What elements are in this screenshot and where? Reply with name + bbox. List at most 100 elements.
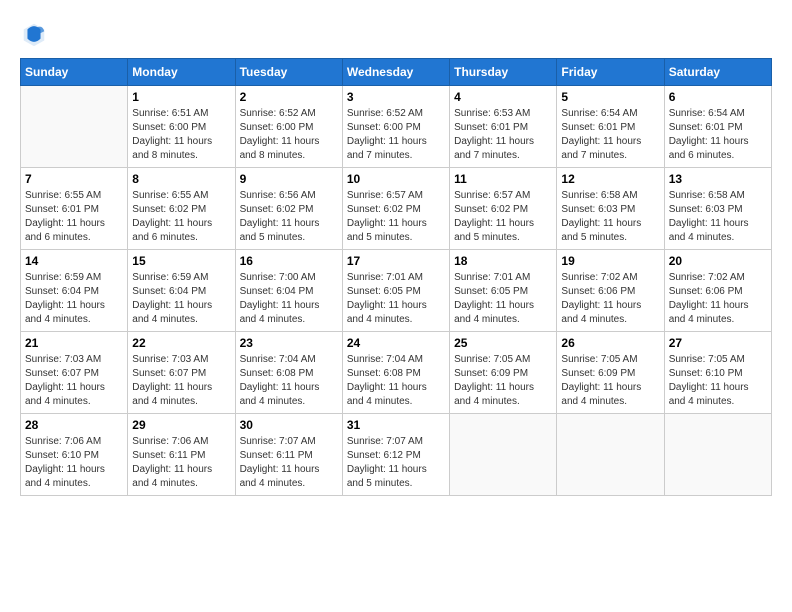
day-info: Sunrise: 6:55 AMSunset: 6:01 PMDaylight:… (25, 189, 123, 245)
calendar-day-cell: 9 Sunrise: 6:56 AMSunset: 6:02 PMDaylight… (235, 168, 342, 250)
day-number: 2 (240, 90, 338, 104)
calendar-day-cell: 26 Sunrise: 7:05 AMSunset: 6:09 PMDayligh… (557, 332, 664, 414)
calendar-day-cell: 14 Sunrise: 6:59 AMSunset: 6:04 PMDayligh… (21, 250, 128, 332)
calendar-day-cell: 19 Sunrise: 7:02 AMSunset: 6:06 PMDayligh… (557, 250, 664, 332)
day-info: Sunrise: 7:02 AMSunset: 6:06 PMDaylight:… (669, 271, 767, 327)
day-info: Sunrise: 7:05 AMSunset: 6:09 PMDaylight:… (561, 353, 659, 409)
day-number: 11 (454, 172, 552, 186)
day-info: Sunrise: 6:54 AMSunset: 6:01 PMDaylight:… (669, 107, 767, 163)
day-info: Sunrise: 6:59 AMSunset: 6:04 PMDaylight:… (25, 271, 123, 327)
calendar-day-cell: 6 Sunrise: 6:54 AMSunset: 6:01 PMDaylight… (664, 86, 771, 168)
calendar-day-cell: 29 Sunrise: 7:06 AMSunset: 6:11 PMDayligh… (128, 414, 235, 496)
day-info: Sunrise: 7:07 AMSunset: 6:11 PMDaylight:… (240, 435, 338, 491)
calendar-day-cell: 4 Sunrise: 6:53 AMSunset: 6:01 PMDaylight… (450, 86, 557, 168)
day-number: 14 (25, 254, 123, 268)
day-info: Sunrise: 6:51 AMSunset: 6:00 PMDaylight:… (132, 107, 230, 163)
calendar-day-cell: 25Sunrise: 7:05 AMSunset: 6:09 PMDayligh… (450, 332, 557, 414)
calendar-day-cell: 27 Sunrise: 7:05 AMSunset: 6:10 PMDayligh… (664, 332, 771, 414)
day-number: 25 (454, 336, 552, 350)
day-info: Sunrise: 6:52 AMSunset: 6:00 PMDaylight:… (240, 107, 338, 163)
calendar-day-cell: 31 Sunrise: 7:07 AMSunset: 6:12 PMDayligh… (342, 414, 449, 496)
day-of-week-header: Thursday (450, 59, 557, 86)
day-number: 1 (132, 90, 230, 104)
day-info: Sunrise: 6:55 AMSunset: 6:02 PMDaylight:… (132, 189, 230, 245)
day-number: 29 (132, 418, 230, 432)
day-number: 15 (132, 254, 230, 268)
day-number: 9 (240, 172, 338, 186)
calendar-day-cell: 28 Sunrise: 7:06 AMSunset: 6:10 PMDayligh… (21, 414, 128, 496)
calendar-day-cell: 3 Sunrise: 6:52 AMSunset: 6:00 PMDaylight… (342, 86, 449, 168)
day-number: 5 (561, 90, 659, 104)
calendar-day-cell (557, 414, 664, 496)
day-number: 13 (669, 172, 767, 186)
day-info: Sunrise: 7:03 AMSunset: 6:07 PMDaylight:… (132, 353, 230, 409)
day-info: Sunrise: 7:04 AMSunset: 6:08 PMDaylight:… (347, 353, 445, 409)
day-info: Sunrise: 6:52 AMSunset: 6:00 PMDaylight:… (347, 107, 445, 163)
day-info: Sunrise: 6:56 AMSunset: 6:02 PMDaylight:… (240, 189, 338, 245)
calendar-day-cell: 16Sunrise: 7:00 AMSunset: 6:04 PMDayligh… (235, 250, 342, 332)
day-number: 10 (347, 172, 445, 186)
calendar-day-cell (21, 86, 128, 168)
calendar-day-cell: 2 Sunrise: 6:52 AMSunset: 6:00 PMDaylight… (235, 86, 342, 168)
day-number: 6 (669, 90, 767, 104)
calendar-day-cell: 30 Sunrise: 7:07 AMSunset: 6:11 PMDayligh… (235, 414, 342, 496)
day-number: 16 (240, 254, 338, 268)
day-info: Sunrise: 7:06 AMSunset: 6:10 PMDaylight:… (25, 435, 123, 491)
day-number: 22 (132, 336, 230, 350)
day-info: Sunrise: 7:07 AMSunset: 6:12 PMDaylight:… (347, 435, 445, 491)
day-number: 23 (240, 336, 338, 350)
calendar-day-cell (664, 414, 771, 496)
day-number: 24 (347, 336, 445, 350)
calendar-day-cell (450, 414, 557, 496)
day-of-week-header: Saturday (664, 59, 771, 86)
day-number: 30 (240, 418, 338, 432)
logo (20, 20, 52, 48)
calendar-day-cell: 5 Sunrise: 6:54 AMSunset: 6:01 PMDaylight… (557, 86, 664, 168)
day-number: 17 (347, 254, 445, 268)
day-number: 3 (347, 90, 445, 104)
day-info: Sunrise: 6:58 AMSunset: 6:03 PMDaylight:… (561, 189, 659, 245)
calendar-day-cell: 13Sunrise: 6:58 AMSunset: 6:03 PMDayligh… (664, 168, 771, 250)
day-number: 19 (561, 254, 659, 268)
calendar-week-row: 28 Sunrise: 7:06 AMSunset: 6:10 PMDayligh… (21, 414, 772, 496)
day-number: 31 (347, 418, 445, 432)
day-number: 4 (454, 90, 552, 104)
day-number: 26 (561, 336, 659, 350)
day-of-week-header: Monday (128, 59, 235, 86)
day-number: 20 (669, 254, 767, 268)
day-of-week-header: Friday (557, 59, 664, 86)
day-info: Sunrise: 7:06 AMSunset: 6:11 PMDaylight:… (132, 435, 230, 491)
calendar-day-cell: 15 Sunrise: 6:59 AMSunset: 6:04 PMDayligh… (128, 250, 235, 332)
day-info: Sunrise: 7:02 AMSunset: 6:06 PMDaylight:… (561, 271, 659, 327)
calendar-day-cell: 18 Sunrise: 7:01 AMSunset: 6:05 PMDayligh… (450, 250, 557, 332)
calendar-header-row: SundayMondayTuesdayWednesdayThursdayFrid… (21, 59, 772, 86)
day-number: 27 (669, 336, 767, 350)
calendar-day-cell: 7Sunrise: 6:55 AMSunset: 6:01 PMDaylight… (21, 168, 128, 250)
calendar-week-row: 21 Sunrise: 7:03 AMSunset: 6:07 PMDayligh… (21, 332, 772, 414)
day-info: Sunrise: 7:05 AMSunset: 6:10 PMDaylight:… (669, 353, 767, 409)
day-info: Sunrise: 6:54 AMSunset: 6:01 PMDaylight:… (561, 107, 659, 163)
day-info: Sunrise: 7:03 AMSunset: 6:07 PMDaylight:… (25, 353, 123, 409)
calendar-day-cell: 22 Sunrise: 7:03 AMSunset: 6:07 PMDayligh… (128, 332, 235, 414)
calendar-week-row: 1 Sunrise: 6:51 AMSunset: 6:00 PMDaylight… (21, 86, 772, 168)
calendar-day-cell: 10 Sunrise: 6:57 AMSunset: 6:02 PMDayligh… (342, 168, 449, 250)
day-number: 12 (561, 172, 659, 186)
day-info: Sunrise: 6:59 AMSunset: 6:04 PMDaylight:… (132, 271, 230, 327)
day-number: 8 (132, 172, 230, 186)
day-info: Sunrise: 6:53 AMSunset: 6:01 PMDaylight:… (454, 107, 552, 163)
day-info: Sunrise: 7:04 AMSunset: 6:08 PMDaylight:… (240, 353, 338, 409)
logo-icon (20, 20, 48, 48)
calendar-day-cell: 17 Sunrise: 7:01 AMSunset: 6:05 PMDayligh… (342, 250, 449, 332)
day-number: 28 (25, 418, 123, 432)
calendar-day-cell: 23 Sunrise: 7:04 AMSunset: 6:08 PMDayligh… (235, 332, 342, 414)
calendar-week-row: 14 Sunrise: 6:59 AMSunset: 6:04 PMDayligh… (21, 250, 772, 332)
day-number: 18 (454, 254, 552, 268)
calendar-day-cell: 20 Sunrise: 7:02 AMSunset: 6:06 PMDayligh… (664, 250, 771, 332)
calendar-day-cell: 21 Sunrise: 7:03 AMSunset: 6:07 PMDayligh… (21, 332, 128, 414)
day-number: 21 (25, 336, 123, 350)
day-info: Sunrise: 6:57 AMSunset: 6:02 PMDaylight:… (347, 189, 445, 245)
day-of-week-header: Sunday (21, 59, 128, 86)
calendar-day-cell: 1 Sunrise: 6:51 AMSunset: 6:00 PMDaylight… (128, 86, 235, 168)
day-info: Sunrise: 7:01 AMSunset: 6:05 PMDaylight:… (454, 271, 552, 327)
day-info: Sunrise: 7:01 AMSunset: 6:05 PMDaylight:… (347, 271, 445, 327)
